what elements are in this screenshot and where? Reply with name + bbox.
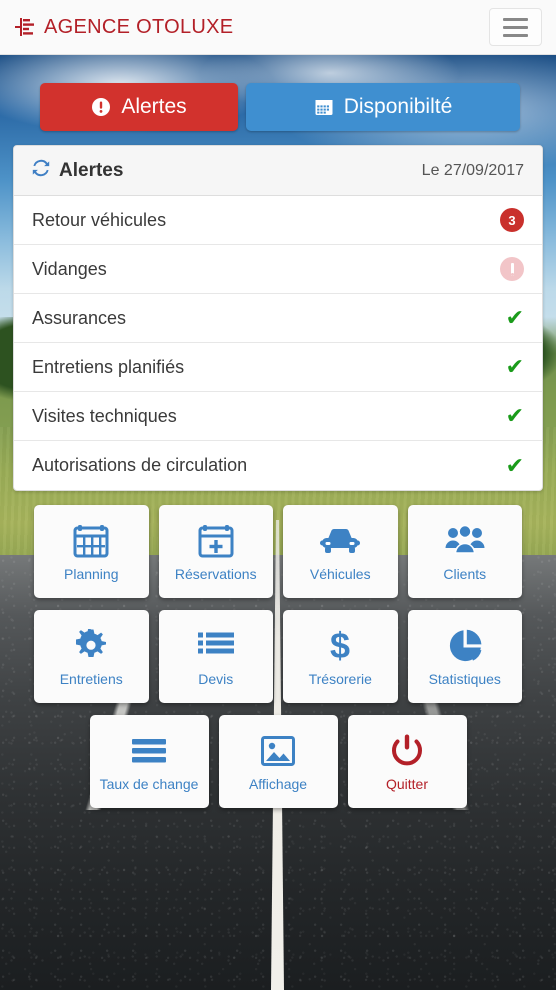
pie-chart-icon bbox=[448, 627, 482, 665]
alert-row-entretiens-planifies[interactable]: Entretiens planifiés ✔ bbox=[14, 343, 542, 392]
warning-circle-muted-icon bbox=[500, 257, 524, 281]
alert-status bbox=[500, 257, 524, 281]
calendar-plus-icon bbox=[198, 522, 234, 560]
tile-statistiques[interactable]: Statistiques bbox=[407, 610, 522, 703]
tile-vehicules[interactable]: Véhicules bbox=[283, 505, 398, 598]
users-group-icon bbox=[445, 522, 485, 560]
tile-clients[interactable]: Clients bbox=[407, 505, 522, 598]
gear-icon bbox=[74, 627, 108, 665]
tile-taux-de-change[interactable]: Taux de change bbox=[89, 715, 209, 808]
menu-bar-1 bbox=[503, 17, 528, 21]
calendar-grid-icon bbox=[73, 522, 109, 560]
car-icon bbox=[319, 522, 361, 560]
alert-status: ✔ bbox=[506, 405, 524, 427]
alerts-panel-date: Le 27/09/2017 bbox=[421, 161, 524, 179]
menu-bar-3 bbox=[503, 33, 528, 37]
status-badge: 3 bbox=[500, 208, 524, 232]
hamburger-menu-icon[interactable] bbox=[489, 8, 542, 46]
tile-tresorerie[interactable]: $ Trésorerie bbox=[283, 610, 398, 703]
check-icon: ✔ bbox=[505, 305, 524, 330]
bars-icon bbox=[132, 732, 166, 770]
alert-label: Retour véhicules bbox=[32, 209, 167, 230]
alert-label: Autorisations de circulation bbox=[32, 455, 248, 475]
check-icon: ✔ bbox=[505, 403, 524, 428]
tab-disponibilite[interactable]: Disponibilté bbox=[246, 83, 520, 131]
alerts-panel-title-label: Alertes bbox=[59, 159, 124, 181]
tile-label: Taux de change bbox=[99, 775, 199, 792]
tile-row-1: Planning Réservations Véhicules Clients bbox=[34, 505, 522, 598]
alerts-panel: Alertes Le 27/09/2017 Retour véhicules 3… bbox=[13, 145, 543, 491]
alert-label: Vidanges bbox=[32, 258, 107, 279]
menu-bar-2 bbox=[503, 25, 528, 29]
tab-alertes-label: Alertes bbox=[121, 95, 187, 118]
alerts-panel-title: Alertes bbox=[32, 159, 123, 183]
image-icon bbox=[261, 732, 295, 770]
brand-label: AGENCE OTOLUXE bbox=[44, 15, 234, 38]
alert-status: ✔ bbox=[506, 307, 524, 329]
tile-reservations[interactable]: Réservations bbox=[158, 505, 273, 598]
dollar-sign-icon: $ bbox=[327, 627, 353, 665]
alert-label: Entretiens planifiés bbox=[32, 356, 185, 377]
power-off-icon bbox=[391, 732, 423, 770]
tile-entretiens[interactable]: Entretiens bbox=[34, 610, 149, 703]
calendar-icon bbox=[314, 97, 334, 117]
tile-row-2: Entretiens Devis $ Trésorerie Statistiqu… bbox=[34, 610, 522, 703]
alerts-panel-header: Alertes Le 27/09/2017 bbox=[14, 146, 542, 196]
alert-status: 3 bbox=[500, 208, 524, 232]
top-navbar: AGENCE OTOLUXE bbox=[0, 0, 556, 55]
tile-quitter[interactable]: Quitter bbox=[347, 715, 467, 808]
tile-label: Trésorerie bbox=[308, 670, 372, 687]
alert-status: ✔ bbox=[506, 356, 524, 378]
tab-bar: Alertes Disponibilté bbox=[40, 83, 520, 131]
svg-text:$: $ bbox=[330, 627, 350, 665]
tile-grid: Planning Réservations Véhicules Clients … bbox=[34, 505, 522, 820]
tile-label: Statistiques bbox=[428, 670, 501, 687]
alert-label: Assurances bbox=[32, 307, 127, 328]
tab-alertes[interactable]: Alertes bbox=[40, 83, 238, 131]
check-icon: ✔ bbox=[505, 354, 524, 379]
tile-affichage[interactable]: Affichage bbox=[218, 715, 338, 808]
tile-label: Entretiens bbox=[59, 670, 123, 687]
tab-disponibilite-label: Disponibilté bbox=[343, 95, 453, 118]
alert-row-visites-techniques[interactable]: Visites techniques ✔ bbox=[14, 392, 542, 441]
exclamation-circle-icon bbox=[91, 97, 111, 117]
tile-label: Devis bbox=[198, 670, 234, 687]
tile-devis[interactable]: Devis bbox=[158, 610, 273, 703]
chart-bars-icon bbox=[14, 16, 36, 38]
list-ul-icon bbox=[197, 627, 234, 665]
alert-row-retour-vehicules[interactable]: Retour véhicules 3 bbox=[14, 196, 542, 245]
tile-label: Affichage bbox=[248, 775, 308, 792]
tile-label: Clients bbox=[443, 565, 487, 582]
alert-row-assurances[interactable]: Assurances ✔ bbox=[14, 294, 542, 343]
tile-row-3: Taux de change Affichage Quitter bbox=[34, 715, 522, 808]
tile-label: Réservations bbox=[174, 565, 257, 582]
tile-label: Véhicules bbox=[309, 565, 371, 582]
alert-label: Visites techniques bbox=[32, 405, 177, 426]
alert-row-vidanges[interactable]: Vidanges bbox=[14, 245, 542, 294]
alert-status: ✔ bbox=[505, 452, 524, 478]
refresh-icon[interactable] bbox=[32, 159, 50, 183]
check-icon: ✔ bbox=[505, 452, 524, 478]
tile-planning[interactable]: Planning bbox=[34, 505, 149, 598]
tile-label: Quitter bbox=[385, 775, 428, 792]
app-root: AGENCE OTOLUXE Alertes Disponibilté Aler… bbox=[0, 0, 556, 990]
brand[interactable]: AGENCE OTOLUXE bbox=[14, 16, 233, 39]
tile-label: Planning bbox=[64, 565, 119, 582]
alert-row-autorisations-de-circulation[interactable]: Autorisations de circulation ✔ bbox=[14, 441, 542, 490]
